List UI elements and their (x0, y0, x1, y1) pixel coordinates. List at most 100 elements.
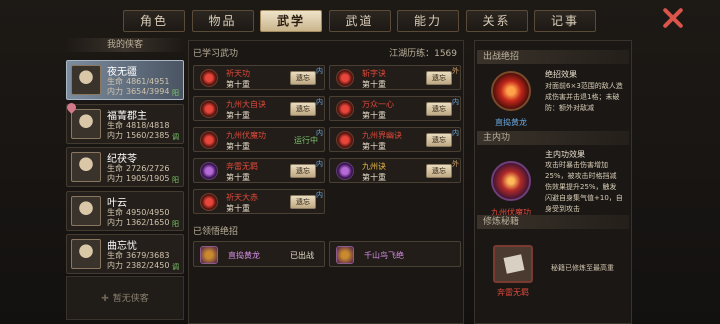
forget-button[interactable]: 遗忘 (290, 195, 316, 209)
empty-slot-label: 暂无侠客 (112, 294, 149, 304)
skill-icon (200, 100, 218, 118)
forget-button[interactable]: 遗忘 (426, 133, 452, 147)
skill-row[interactable]: 九州诀第十重 遗忘外 (329, 158, 461, 183)
inner-skill-icon[interactable] (491, 161, 531, 201)
running-label: 运行中 (294, 136, 318, 145)
tab-6[interactable]: 记事 (534, 10, 596, 32)
close-icon[interactable] (660, 5, 686, 31)
character-card[interactable]: 曲忘忧 生命 3679/3683 内力 2382/2450 调 (66, 234, 184, 274)
tab-5[interactable]: 关系 (465, 10, 528, 32)
skill-type-badge: 外 (452, 67, 459, 75)
avatar (71, 152, 101, 182)
forget-button[interactable]: 遗忘 (426, 71, 452, 85)
hp-value: 2726/2726 (126, 164, 170, 173)
forget-button[interactable]: 遗忘 (426, 164, 452, 178)
tab-1[interactable]: 物品 (191, 10, 254, 32)
skill-name: 九州大自诀 (226, 100, 266, 109)
battle-ult-header: 出战绝招 (477, 50, 629, 64)
hp-value: 3679/3683 (126, 251, 170, 260)
mp-label: 内力 (107, 174, 123, 183)
skill-row[interactable]: 九州伏魔功 第十重 运行中内 (193, 127, 325, 152)
mp-row: 内力 2382/2450 (107, 260, 169, 271)
skill-row[interactable]: 奔雷无羁 第十重 遗忘内 (193, 158, 325, 183)
skill-row[interactable]: 斩字诀 第十重 遗忘外 (329, 65, 461, 90)
ult-row[interactable]: 直捣黄龙 已出战 (193, 241, 325, 267)
skill-panel: 已学习武功 江湖历练：1569 祈天功 第十重 遗忘内斩字诀 第十重 遗忘外九州大自诀第… (188, 40, 464, 324)
avatar (71, 195, 101, 226)
skill-type-badge: 内 (316, 160, 323, 168)
ult-title: 已领悟绝招 (193, 227, 239, 237)
character-tag: 阳 (172, 219, 179, 228)
character-card[interactable]: 纪茯苓 生命 2726/2726 内力 1905/1905 阳 (66, 147, 184, 187)
skill-type-badge: 内 (316, 98, 323, 106)
tab-3[interactable]: 武道 (328, 10, 391, 32)
cultivate-header: 修炼秘籍 (477, 215, 629, 229)
forget-button[interactable]: 遗忘 (290, 71, 316, 85)
forget-button[interactable]: 遗忘 (290, 164, 316, 178)
skill-row[interactable]: 祈天大赤 第十重 遗忘内 (193, 189, 325, 214)
skill-row[interactable]: 万众一心 第十重 遗忘内 (329, 96, 461, 121)
character-card[interactable]: 夜无疆 生命 4861/4951 内力 3654/3994 阳 (66, 60, 184, 100)
inner-effect-text: 攻击时暴击伤害增加25%，被攻击时格挡减伤效果提升25%，触发闪避自身集气值+1… (545, 161, 623, 213)
skill-icon (336, 131, 354, 149)
mp-label: 内力 (107, 217, 123, 227)
character-tag: 阳 (172, 176, 179, 184)
skill-type-badge: 内 (316, 67, 323, 75)
cultivate-name: 奔雷无羁 (497, 288, 529, 297)
skill-name: 九州界幽诀 (362, 131, 402, 140)
skill-icon (336, 162, 354, 180)
skill-icon (200, 131, 218, 149)
battle-effect-title: 绝招效果 (545, 70, 577, 79)
martial-screen: 角色 物品 武学 武道 能力 关系 记事 我的侠客 夜无疆 生命 4861/4951 内力 3654… (0, 0, 720, 324)
skill-icon (200, 162, 218, 180)
empty-slot[interactable]: ✚ 暂无侠客 (66, 276, 184, 320)
skill-level: 第十重 (362, 173, 386, 182)
skill-row[interactable]: 九州大自诀 第十重 遗忘内 (193, 96, 325, 121)
skill-level: 第十重 (226, 142, 250, 151)
skill-level: 第十重 (226, 204, 250, 213)
avatar (71, 239, 101, 269)
mp-label: 内力 (107, 261, 123, 270)
tab-2[interactable]: 武学 (260, 10, 322, 32)
skill-name: 万众一心 (362, 100, 394, 109)
skill-name: 祈天功 (226, 69, 250, 78)
ult-name: 直捣黄龙 (228, 251, 260, 260)
character-panel: 我的侠客 夜无疆 生命 4861/4951 内力 3654/3994 阳福菁郡主 生命 481… (64, 38, 186, 324)
mp-value: 2382/2450 (126, 261, 170, 270)
battle-ult-icon[interactable] (491, 71, 531, 111)
character-card[interactable]: 福菁郡主 生命 4818/4818 内力 1560/2385 调 (65, 100, 184, 144)
skill-name: 九州诀 (362, 162, 386, 171)
character-tag: 调 (172, 132, 179, 141)
skill-name: 奔雷无羁 (226, 162, 258, 171)
skill-row[interactable]: 九州界幽诀 第十重 遗忘内 (329, 127, 461, 152)
cultivate-note: 秘籍已修炼至最高重 (551, 264, 614, 272)
hp-value: 4818/4818 (126, 120, 170, 130)
skill-type-badge: 内 (316, 129, 323, 137)
skill-type-badge: 外 (452, 160, 459, 168)
skill-row[interactable]: 祈天功第十重 遗忘内 (193, 65, 325, 90)
book-icon[interactable] (493, 245, 533, 283)
character-card[interactable]: 叶云 生命 4950/4950 内力 1362/1650 阳 (66, 190, 184, 231)
hp-label: 生命 (107, 207, 123, 217)
hp-label: 生命 (107, 164, 123, 173)
skill-level: 第十重 (362, 111, 386, 120)
exp-label: 江湖历练：1569 (389, 49, 457, 59)
avatar (71, 108, 101, 139)
tab-0[interactable]: 角色 (123, 10, 185, 32)
forget-button[interactable]: 遗忘 (290, 102, 316, 116)
tab-4[interactable]: 能力 (397, 10, 459, 32)
mp-row: 内力 1905/1905 (107, 173, 169, 184)
mp-value: 1905/1905 (126, 174, 170, 183)
inner-effect-title: 主内功效果 (545, 150, 585, 159)
skill-level: 第十重 (226, 80, 250, 89)
hp-label: 生命 (107, 251, 123, 260)
hp-label: 生命 (107, 77, 123, 86)
plus-icon: ✚ (101, 294, 109, 304)
battle-ult-name: 直捣黄龙 (495, 118, 527, 127)
mp-row: 内力 3654/3994 (107, 86, 169, 97)
ult-row[interactable]: 千山鸟飞绝 (329, 241, 461, 267)
forget-button[interactable]: 遗忘 (426, 102, 452, 116)
ult-state: 已出战 (290, 251, 314, 260)
mp-row: 内力 1362/1650 (107, 217, 169, 228)
skill-name: 斩字诀 (362, 69, 386, 78)
